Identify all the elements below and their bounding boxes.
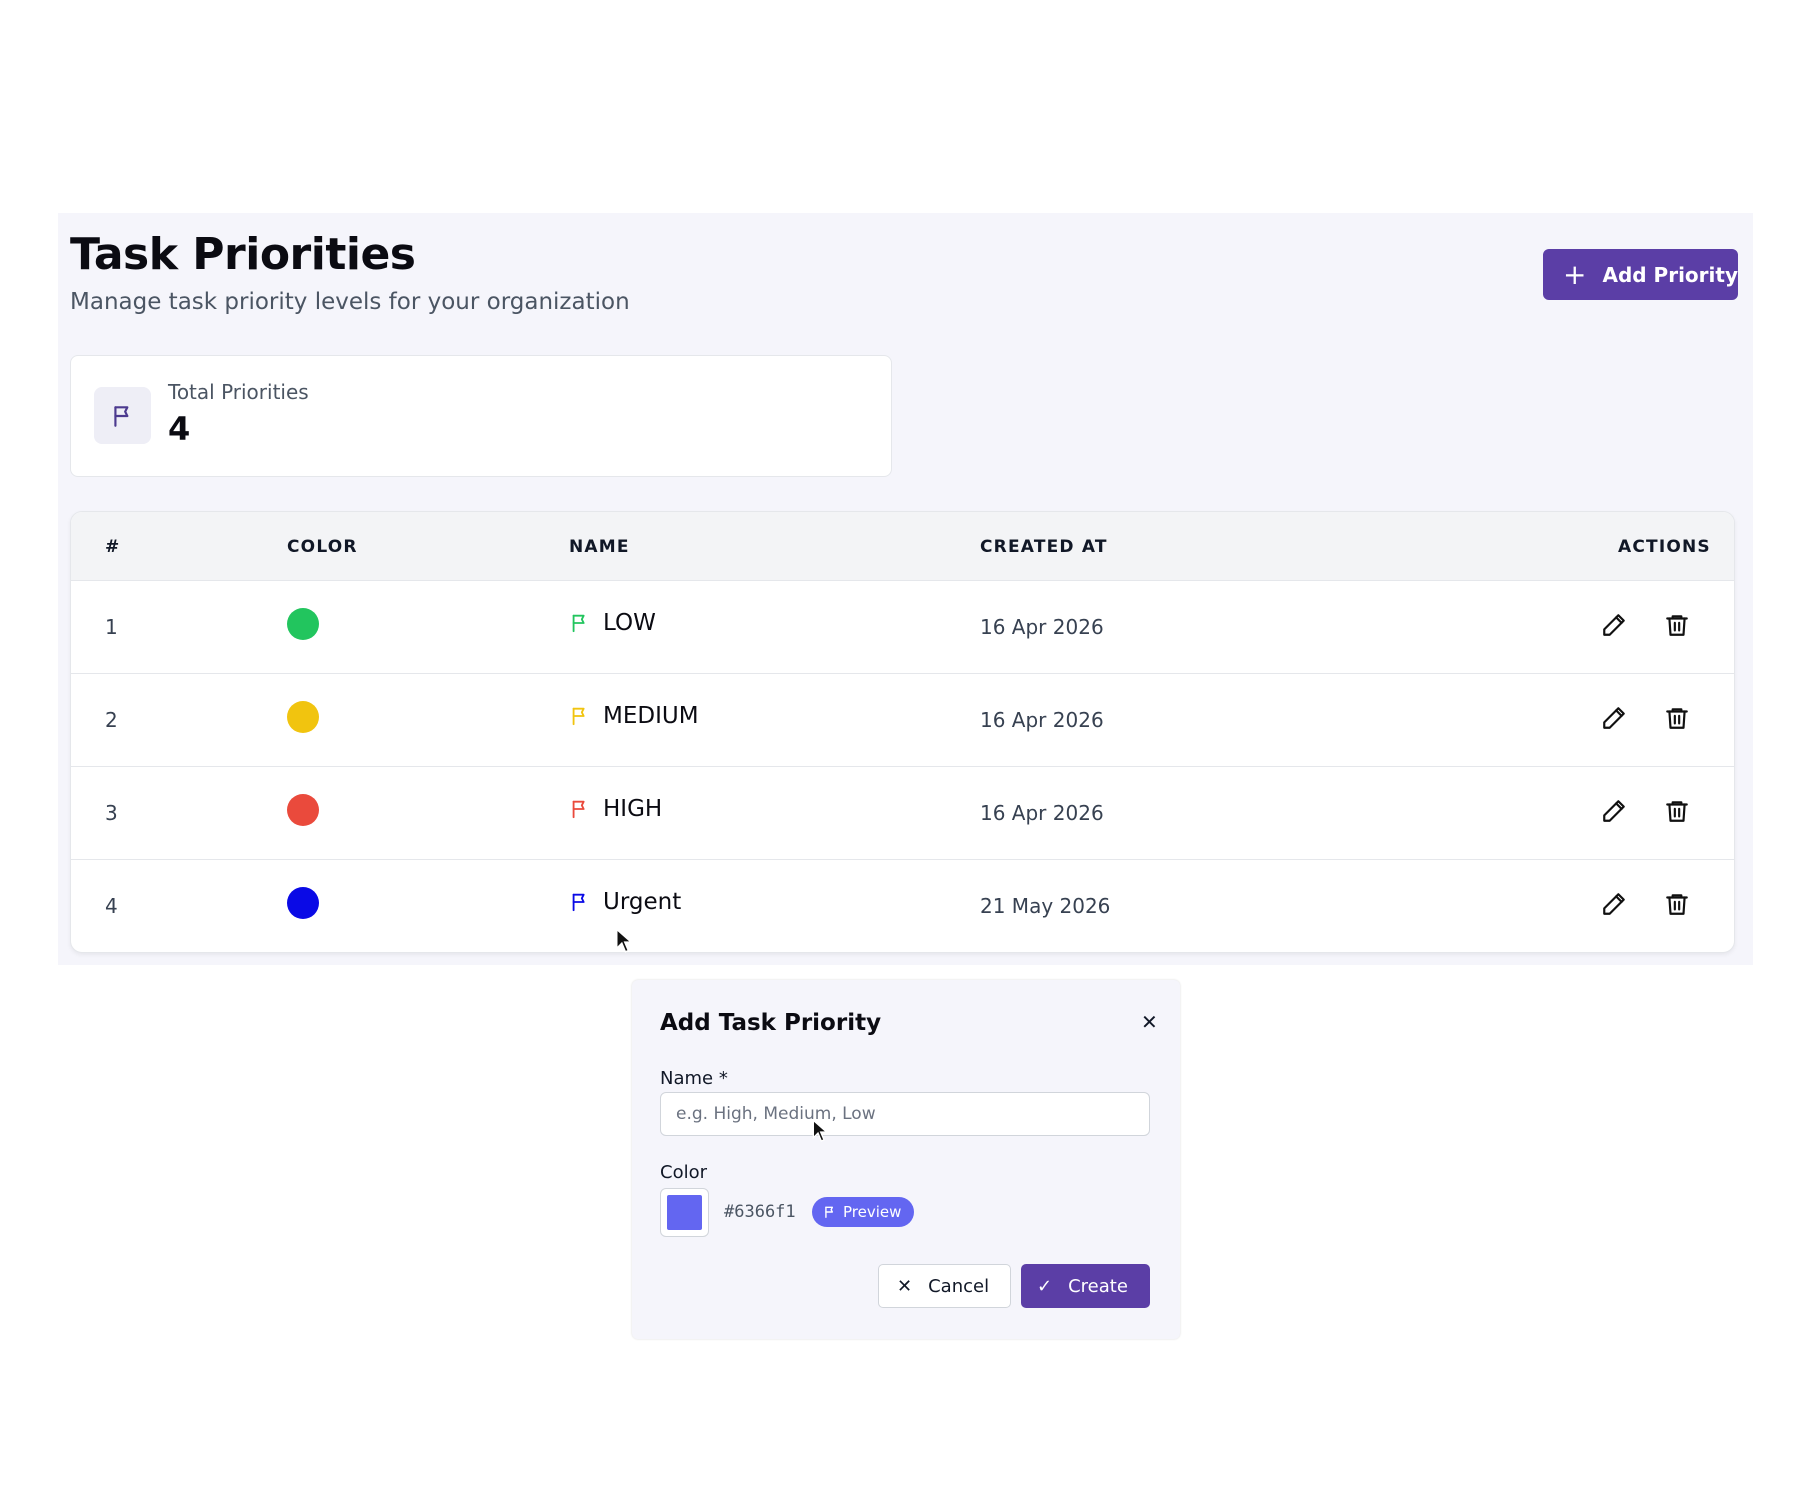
plus-icon: + xyxy=(1563,257,1587,291)
priority-name: MEDIUM xyxy=(603,703,699,729)
row-number: 1 xyxy=(105,615,118,639)
stat-value: 4 xyxy=(168,410,191,448)
cancel-label: Cancel xyxy=(928,1275,990,1297)
cancel-button[interactable]: ✕ Cancel xyxy=(878,1264,1011,1308)
close-icon[interactable]: ✕ xyxy=(1141,1010,1158,1034)
close-icon: ✕ xyxy=(897,1275,913,1297)
color-dot xyxy=(287,794,319,826)
table-header: # COLOR NAME CREATED AT ACTIONS xyxy=(71,512,1734,581)
pencil-icon[interactable] xyxy=(1601,891,1627,921)
create-button[interactable]: ✓ Create xyxy=(1021,1264,1150,1308)
flag-icon xyxy=(572,614,585,633)
pencil-icon[interactable] xyxy=(1601,612,1627,642)
page-subtitle: Manage task priority levels for your org… xyxy=(70,289,630,315)
priorities-table: # COLOR NAME CREATED AT ACTIONS 1 LOW 16… xyxy=(70,511,1735,953)
add-priority-button[interactable]: + Add Priority xyxy=(1543,249,1738,300)
flag-icon xyxy=(825,1206,834,1218)
table-row: 3 HIGH 16 Apr 2026 xyxy=(71,768,1734,860)
column-header-name: NAME xyxy=(569,537,630,557)
priority-name-cell: LOW xyxy=(569,610,656,636)
priority-name: LOW xyxy=(603,610,656,636)
column-header-number: # xyxy=(105,537,121,557)
color-dot xyxy=(287,887,319,919)
priority-name: Urgent xyxy=(603,889,682,915)
pencil-icon[interactable] xyxy=(1601,705,1627,735)
mouse-cursor-icon xyxy=(812,1119,828,1142)
created-at: 21 May 2026 xyxy=(980,894,1111,918)
priority-name-cell: MEDIUM xyxy=(569,703,699,729)
trash-icon[interactable] xyxy=(1664,798,1690,828)
created-at: 16 Apr 2026 xyxy=(980,801,1104,825)
flag-icon xyxy=(94,387,151,444)
pencil-icon[interactable] xyxy=(1601,798,1627,828)
table-row: 1 LOW 16 Apr 2026 xyxy=(71,582,1734,674)
priority-name-cell: HIGH xyxy=(569,796,662,822)
add-priority-dialog: Add Task Priority ✕ Name * Color #6366f1… xyxy=(632,980,1180,1339)
column-header-created-at: CREATED AT xyxy=(980,537,1108,557)
flag-icon xyxy=(572,800,585,819)
preview-badge: Preview xyxy=(812,1197,915,1227)
color-dot xyxy=(287,701,319,733)
color-field-label: Color xyxy=(660,1162,707,1183)
color-swatch xyxy=(667,1195,702,1230)
created-at: 16 Apr 2026 xyxy=(980,708,1104,732)
row-number: 3 xyxy=(105,801,118,825)
main-panel: Task Priorities Manage task priority lev… xyxy=(58,213,1753,965)
page-title: Task Priorities xyxy=(70,229,416,280)
total-priorities-card: Total Priorities 4 xyxy=(70,355,892,477)
flag-icon xyxy=(572,707,585,726)
mouse-cursor-icon xyxy=(616,928,633,953)
color-dot xyxy=(287,608,319,640)
name-input[interactable] xyxy=(660,1092,1150,1136)
color-hex-value: #6366f1 xyxy=(724,1202,796,1222)
table-row: 4 Urgent 21 May 2026 xyxy=(71,861,1734,952)
create-label: Create xyxy=(1068,1275,1128,1297)
priority-name-cell: Urgent xyxy=(569,889,681,915)
name-field-label: Name * xyxy=(660,1068,728,1089)
column-header-color: COLOR xyxy=(287,537,358,557)
table-row: 2 MEDIUM 16 Apr 2026 xyxy=(71,675,1734,767)
trash-icon[interactable] xyxy=(1664,891,1690,921)
color-picker[interactable] xyxy=(660,1188,709,1237)
preview-label: Preview xyxy=(843,1203,902,1221)
stat-label: Total Priorities xyxy=(168,380,309,404)
row-number: 2 xyxy=(105,708,118,732)
dialog-title: Add Task Priority xyxy=(660,1010,882,1036)
row-number: 4 xyxy=(105,894,118,918)
created-at: 16 Apr 2026 xyxy=(980,615,1104,639)
flag-icon xyxy=(572,893,585,912)
add-priority-label: Add Priority xyxy=(1602,262,1738,287)
trash-icon[interactable] xyxy=(1664,612,1690,642)
check-icon: ✓ xyxy=(1037,1275,1053,1297)
trash-icon[interactable] xyxy=(1664,705,1690,735)
column-header-actions: ACTIONS xyxy=(1618,537,1711,557)
priority-name: HIGH xyxy=(603,796,663,822)
